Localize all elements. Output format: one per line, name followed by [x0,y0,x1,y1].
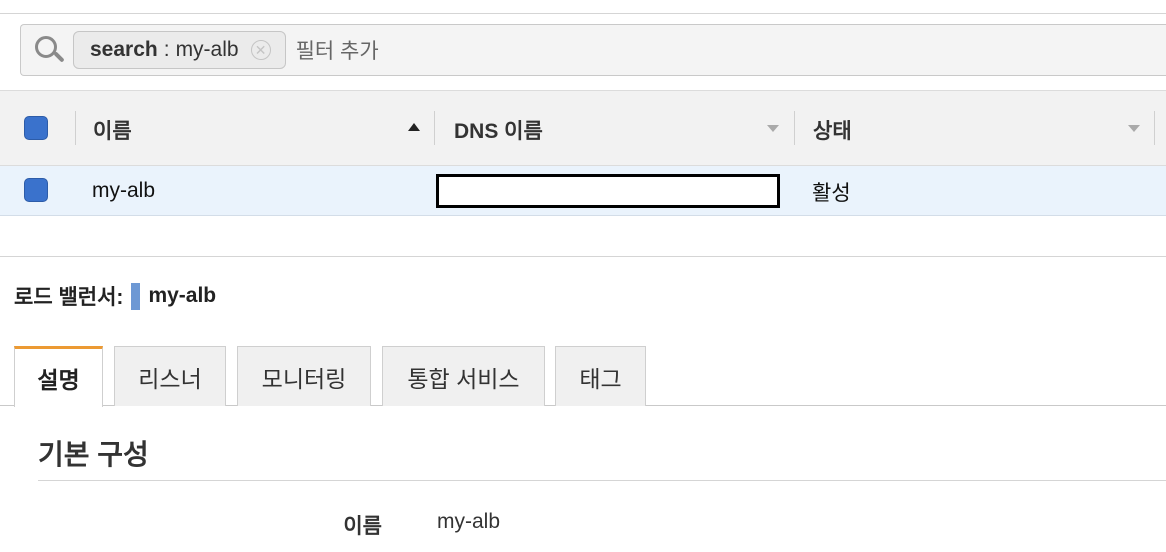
row-dns-name-redacted [436,174,780,208]
row-checkbox[interactable] [24,178,48,202]
property-value-name: my-alb [437,510,501,533]
sort-caret-icon[interactable] [767,125,779,132]
section-title: 기본 구성 [38,439,149,470]
detail-title: 로드 밸런서: my-alb [14,281,216,311]
filter-bar[interactable]: search : my-alb ✕ 필터 추가 [20,24,1166,76]
filter-token-value: my-alb [175,38,239,61]
table-header: 이름 DNS 이름 상태 [0,90,1166,166]
column-divider [1154,111,1155,145]
sort-ascending-icon[interactable] [408,123,420,131]
column-header-dns-name[interactable]: DNS 이름 [454,115,543,145]
column-header-state[interactable]: 상태 [813,115,852,145]
column-divider [434,111,435,145]
tab-listeners[interactable]: 리스너 [114,346,226,406]
load-balancer-console: search : my-alb ✕ 필터 추가 이름 DNS 이름 상태 my-… [0,0,1166,552]
filter-token[interactable]: search : my-alb ✕ [73,31,286,69]
tab-monitoring[interactable]: 모니터링 [237,346,371,406]
section-divider [38,480,1166,481]
detail-title-value: my-alb [148,284,217,307]
detail-title-label: 로드 밸런서: [14,286,124,309]
tab-tags[interactable]: 태그 [555,346,646,406]
table-row[interactable]: my-alb 활성 [0,166,1166,216]
tab-integrated-services[interactable]: 통합 서비스 [382,346,545,406]
top-divider [0,13,1166,14]
tab-description[interactable]: 설명 [14,346,103,407]
add-filter-input[interactable]: 필터 추가 [296,35,379,65]
row-state: 활성 [812,182,851,205]
column-divider [794,111,795,145]
title-swatch [131,282,141,310]
row-name: my-alb [92,179,156,202]
property-label-name: 이름 [343,515,382,538]
filter-token-key: search [90,38,158,61]
column-header-name[interactable]: 이름 [93,115,132,145]
sort-caret-icon[interactable] [1128,125,1140,132]
column-divider [75,111,76,145]
select-all-checkbox[interactable] [24,116,48,140]
search-icon [29,30,69,70]
close-icon[interactable]: ✕ [250,40,271,60]
panel-divider [0,256,1166,257]
filter-token-separator: : [163,38,170,61]
